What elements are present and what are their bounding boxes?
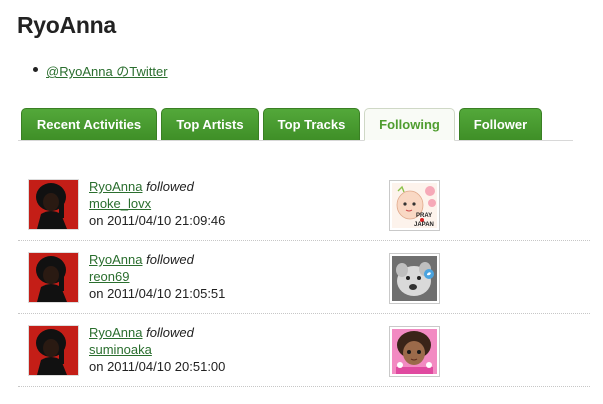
pray-for-japan-avatar-icon[interactable]: PRAY JAPAN: [389, 180, 440, 231]
action-text: followed: [146, 252, 194, 267]
timestamp: on 2011/04/10 21:05:51: [89, 286, 226, 301]
activity-feed: RyoAnna followed moke_lovx on 2011/04/10…: [18, 168, 590, 387]
timestamp: on 2011/04/10 21:09:46: [89, 213, 226, 228]
list-item: RyoAnna followed reon69 on 2011/04/10 21…: [18, 241, 590, 314]
user-avatar[interactable]: [28, 252, 79, 303]
target-user-link[interactable]: suminoaka: [89, 342, 152, 357]
plush-dog-avatar-icon[interactable]: [389, 253, 440, 304]
user-link[interactable]: RyoAnna: [89, 179, 142, 194]
target-user-link[interactable]: moke_lovx: [89, 196, 151, 211]
page-title: RyoAnna: [17, 12, 116, 38]
tab-follower[interactable]: Follower: [459, 108, 542, 140]
activity-text: RyoAnna followed reon69 on 2011/04/10 21…: [89, 251, 225, 302]
pray-text: PRAY: [416, 213, 432, 219]
list-item: RyoAnna followed moke_lovx on 2011/04/10…: [18, 168, 590, 241]
activity-text: RyoAnna followed suminoaka on 2011/04/10…: [89, 324, 225, 375]
user-avatar[interactable]: [28, 325, 79, 376]
list-item: @RyoAnna のTwitter: [33, 61, 168, 80]
activity-text: RyoAnna followed moke_lovx on 2011/04/10…: [89, 178, 225, 229]
target-user-link[interactable]: reon69: [89, 269, 129, 284]
list-item: RyoAnna followed suminoaka on 2011/04/10…: [18, 314, 590, 387]
profile-links: @RyoAnna のTwitter: [33, 61, 168, 80]
tab-top-tracks[interactable]: Top Tracks: [263, 108, 360, 140]
user-avatar[interactable]: [28, 179, 79, 230]
action-text: followed: [146, 325, 194, 340]
tab-top-artists[interactable]: Top Artists: [161, 108, 259, 140]
tab-recent-activities[interactable]: Recent Activities: [21, 108, 157, 140]
japan-text: JAPAN: [414, 222, 434, 228]
user-link[interactable]: RyoAnna: [89, 252, 142, 267]
twitter-link[interactable]: @RyoAnna のTwitter: [46, 64, 168, 79]
cartoon-girl-avatar-icon[interactable]: [389, 326, 440, 377]
action-text: followed: [146, 179, 194, 194]
tab-underline: [18, 140, 573, 141]
timestamp: on 2011/04/10 20:51:00: [89, 359, 226, 374]
user-link[interactable]: RyoAnna: [89, 325, 142, 340]
tab-following[interactable]: Following: [364, 108, 455, 141]
